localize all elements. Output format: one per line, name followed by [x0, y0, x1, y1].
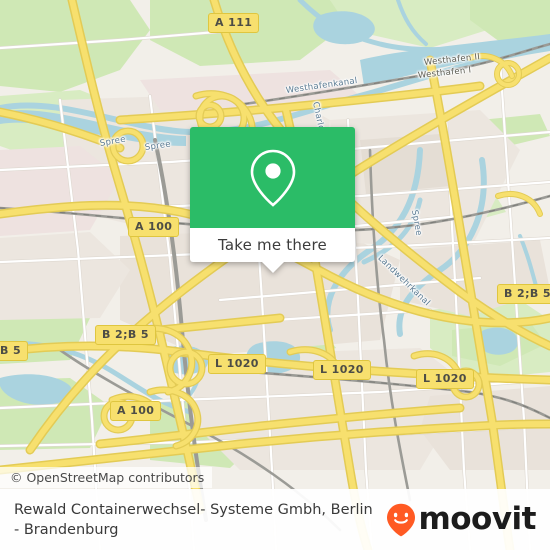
road-shield: B 2;B 5: [95, 325, 156, 345]
road-shield: L 1020: [208, 354, 266, 374]
road-shield: A 111: [208, 13, 260, 33]
map-screenshot: .land{fill:#f2efe9} .green{fill:#cfe8b5}…: [0, 0, 550, 550]
moovit-smiley-pin-icon: [387, 503, 416, 536]
card-pointer-tail: [261, 262, 284, 273]
road-shield: L 1020: [416, 369, 474, 389]
road-shield: A 100: [128, 217, 180, 237]
footer-bar: Rewald Containerwechsel- Systeme Gmbh, B…: [0, 489, 550, 550]
road-shield: B 5: [0, 341, 29, 361]
road-shield: A 100: [110, 401, 162, 421]
road-shield: B 2;B 5: [497, 284, 550, 304]
card-pin-area: [190, 127, 355, 228]
location-pin-icon: [250, 149, 295, 207]
take-me-there-card[interactable]: Take me there: [190, 127, 355, 273]
moovit-wordmark: moovit: [418, 501, 536, 537]
moovit-branding[interactable]: moovit: [386, 503, 550, 537]
take-me-there-label: Take me there: [218, 236, 327, 254]
osm-attribution[interactable]: © OpenStreetMap contributors: [0, 467, 213, 488]
place-title: Rewald Containerwechsel- Systeme Gmbh, B…: [14, 501, 373, 538]
card-cta-bar[interactable]: Take me there: [190, 228, 355, 262]
road-shield: L 1020: [313, 360, 371, 380]
